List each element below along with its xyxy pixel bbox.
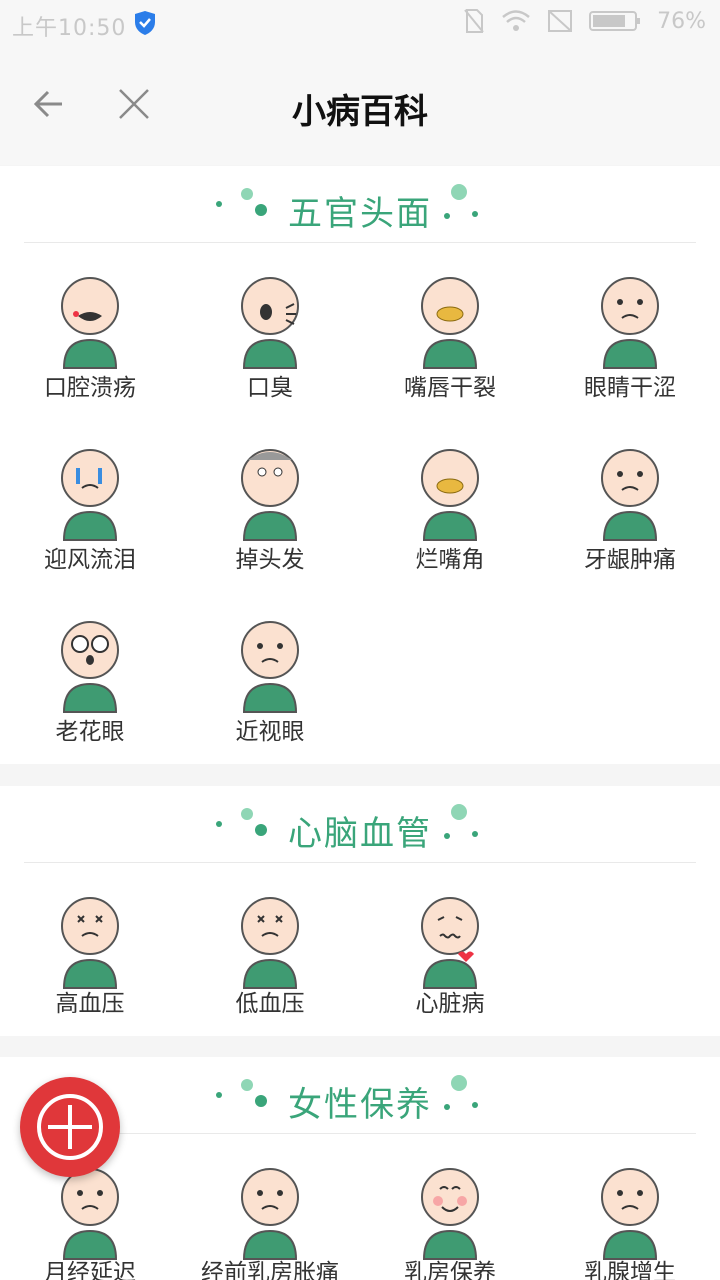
disease-item[interactable]: 乳腺增生 bbox=[540, 1141, 720, 1280]
section-title: 心脑血管 bbox=[288, 814, 432, 854]
disease-item-label: 心脏病 bbox=[415, 991, 485, 1017]
disease-item-label: 嘴唇干裂 bbox=[404, 375, 496, 401]
section-header: 五官头面 bbox=[0, 166, 720, 244]
disease-item-label: 牙龈肿痛 bbox=[584, 547, 676, 573]
section-title: 五官头面 bbox=[288, 194, 432, 234]
disease-item-label: 低血压 bbox=[235, 991, 305, 1017]
no-sim-icon bbox=[464, 9, 484, 33]
disease-item[interactable]: 低血压 bbox=[180, 870, 360, 1040]
disease-item-label: 乳腺增生 bbox=[584, 1260, 676, 1280]
status-bar: 上午10:50 76% bbox=[0, 0, 720, 48]
disease-item-label: 烂嘴角 bbox=[415, 547, 485, 573]
disease-item[interactable]: 高血压 bbox=[0, 870, 180, 1040]
disease-item[interactable]: 老花眼 bbox=[0, 594, 180, 764]
disease-item[interactable]: 掉头发 bbox=[180, 422, 360, 592]
disease-item[interactable]: 心脏病 bbox=[360, 870, 540, 1040]
section-women-care: 女性保养 月经延迟 经前乳房胀痛 乳房保养 乳腺增生 bbox=[0, 1057, 720, 1280]
disease-item[interactable]: 口臭 bbox=[180, 250, 360, 420]
disease-item-label: 高血压 bbox=[55, 991, 125, 1017]
disease-item-label: 老花眼 bbox=[55, 719, 125, 745]
status-icons: 76% bbox=[463, 8, 706, 34]
disease-item-label: 经前乳房胀痛 bbox=[201, 1260, 339, 1280]
page-title: 小病百科 bbox=[292, 92, 428, 132]
plus-circle-icon bbox=[37, 1094, 103, 1160]
section-divider bbox=[24, 242, 696, 243]
disease-item[interactable]: 迎风流泪 bbox=[0, 422, 180, 592]
no-signal-icon bbox=[548, 10, 573, 32]
disease-item[interactable]: 乳房保养 bbox=[360, 1141, 540, 1280]
section-cardiovascular: 心脑血管 高血压 低血压 心脏病 bbox=[0, 786, 720, 1036]
disease-item-label: 月经延迟 bbox=[44, 1260, 136, 1280]
disease-item-label: 口腔溃疡 bbox=[44, 375, 136, 401]
disease-item-label: 近视眼 bbox=[235, 719, 305, 745]
status-time: 上午10:50 bbox=[12, 16, 127, 41]
battery-icon bbox=[589, 11, 641, 31]
section-header: 心脑血管 bbox=[0, 786, 720, 864]
disease-item[interactable]: 近视眼 bbox=[180, 594, 360, 764]
disease-item[interactable]: 眼睛干涩 bbox=[540, 250, 720, 420]
disease-item[interactable]: 牙龈肿痛 bbox=[540, 422, 720, 592]
disease-item[interactable]: 口腔溃疡 bbox=[0, 250, 180, 420]
disease-item-label: 口臭 bbox=[247, 375, 293, 401]
security-shield-icon bbox=[135, 11, 155, 35]
app-screen: 上午10:50 76% 小病百科 五官头面 口腔溃疡 口臭 嘴唇干裂 眼睛干涩 … bbox=[0, 0, 720, 1280]
disease-item-label: 眼睛干涩 bbox=[584, 375, 676, 401]
wifi-icon bbox=[502, 10, 530, 31]
disease-item[interactable]: 烂嘴角 bbox=[360, 422, 540, 592]
title-bar: 小病百科 bbox=[0, 48, 720, 165]
disease-item-label: 乳房保养 bbox=[404, 1260, 496, 1280]
section-divider bbox=[24, 1133, 696, 1134]
disease-item-label: 迎风流泪 bbox=[44, 547, 136, 573]
disease-item[interactable]: 嘴唇干裂 bbox=[360, 250, 540, 420]
battery-percent: 76% bbox=[657, 8, 706, 34]
disease-item[interactable]: 经前乳房胀痛 bbox=[180, 1141, 360, 1280]
section-facial-features: 五官头面 口腔溃疡 口臭 嘴唇干裂 眼睛干涩迎风流泪 掉头发 烂嘴角 牙龈肿痛老花眼 近视眼 bbox=[0, 166, 720, 764]
add-fab-button[interactable] bbox=[20, 1077, 120, 1177]
section-divider bbox=[24, 862, 696, 863]
disease-item-label: 掉头发 bbox=[235, 547, 305, 573]
